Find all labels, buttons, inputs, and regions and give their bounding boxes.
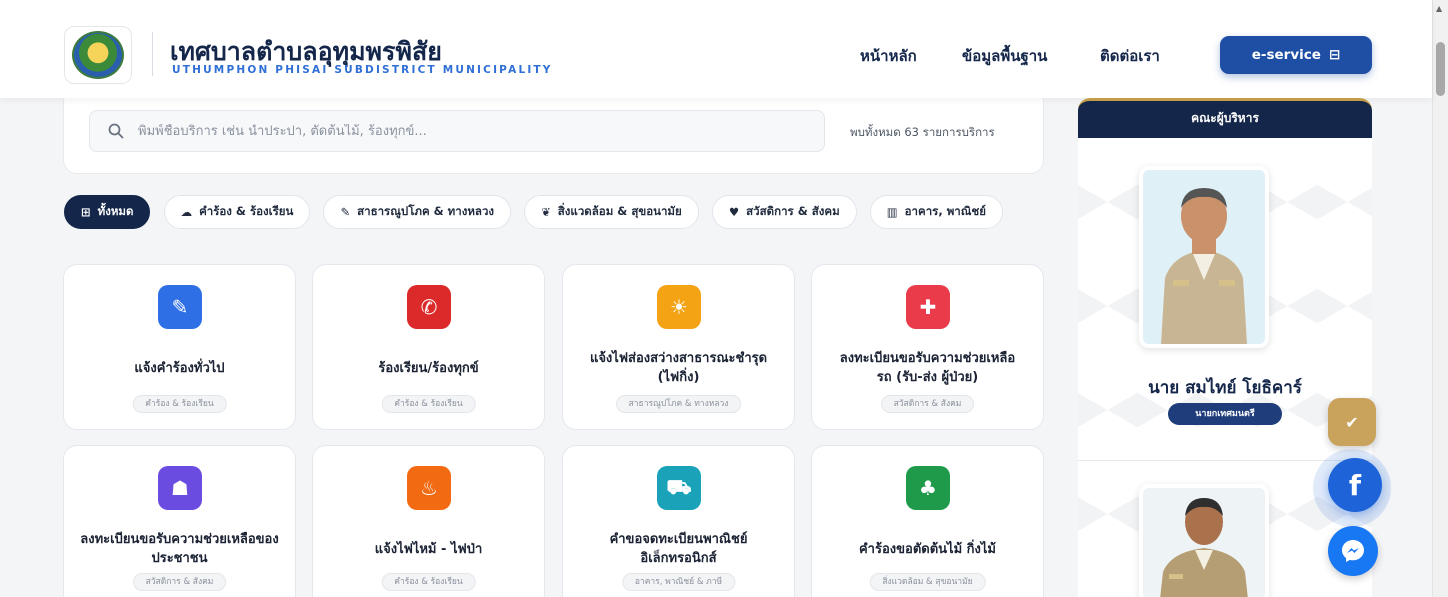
eservice-button[interactable]: e-service ⊟ — [1220, 36, 1372, 74]
service-card-general-request[interactable]: ✎ แจ้งคำร้องทั่วไป คำร้อง & ร้องเรียน — [63, 264, 296, 430]
leaf-icon: ❦ — [541, 205, 551, 219]
grid-icon: ⊞ — [81, 205, 91, 219]
service-category-tag: สิ่งแวดล้อม & สุขอนามัย — [869, 573, 986, 591]
service-category-tag: สาธารณูปโภค & ทางหลวง — [615, 395, 742, 413]
chip-label: สิ่งแวดล้อม & สุขอนามัย — [557, 204, 682, 218]
service-card-citizen-assistance[interactable]: ☗ ลงทะเบียนขอรับความช่วยเหลือของประชาชน … — [63, 445, 296, 597]
service-category-tag: สวัสดิการ & สังคม — [880, 395, 975, 413]
service-card-tree-cutting[interactable]: ♣ คำร้องขอตัดต้นไม้ กิ่งไม้ สิ่งแวดล้อม … — [811, 445, 1044, 597]
executives-heading: คณะผู้บริหาร — [1078, 98, 1372, 138]
hand-heart-icon: ♥ — [728, 205, 740, 219]
brand-title-english: UTHUMPHON PHISAI SUBDISTRICT MUNICIPALIT… — [172, 64, 553, 76]
header-divider — [152, 32, 153, 76]
chip-building[interactable]: ▥ อาคาร, พาณิชย์ — [869, 195, 1003, 229]
service-card-streetlight[interactable]: ☀ แจ้งไฟส่องสว่างสาธารณะชำรุด (ไฟกิ่ง) ส… — [562, 264, 795, 430]
facebook-button[interactable]: f — [1328, 458, 1382, 512]
service-title: ลงทะเบียนขอรับความช่วยเหลือ รถ (รับ-ส่ง … — [839, 351, 1016, 385]
executives-panel: คณะผู้บริหาร นาย สมไทย์ โยธิคาร์ นายกเทศ… — [1078, 98, 1372, 597]
service-title: แจ้งไฟส่องสว่างสาธารณะชำรุด (ไฟกิ่ง) — [589, 351, 768, 385]
service-title: คำขอจดทะเบียนพาณิชย์อิเล็กทรอนิกส์ — [609, 532, 748, 566]
cart-icon: ⛟ — [657, 466, 701, 510]
chip-utilities[interactable]: ✎ สาธารณูปโภค & ทางหลวง — [323, 195, 512, 229]
search-icon — [108, 123, 124, 139]
chip-label: สาธารณูปโภค & ทางหลวง — [357, 204, 495, 218]
service-card-patient-transport[interactable]: ✚ ลงทะเบียนขอรับความช่วยเหลือ รถ (รับ-ส่… — [811, 264, 1044, 430]
window-icon: ⊟ — [1328, 47, 1341, 63]
chip-label: ทั้งหมด — [97, 204, 134, 218]
lightbulb-icon: ☀ — [657, 285, 701, 329]
chip-requests[interactable]: ☁ คำร้อง & ร้องเรียน — [163, 195, 311, 229]
service-title: แจ้งคำร้องทั่วไป — [134, 361, 225, 376]
service-category-tag: คำร้อง & ร้องเรียน — [381, 395, 476, 413]
service-title: ร้องเรียน/ร้องทุกข์ — [378, 361, 479, 376]
tree-icon: ♣ — [906, 466, 950, 510]
helping-hand-icon: ☗ — [158, 466, 202, 510]
messenger-icon — [1342, 540, 1364, 562]
chip-welfare[interactable]: ♥ สวัสดิการ & สังคม — [711, 195, 857, 229]
municipality-logo[interactable] — [64, 26, 132, 84]
service-category-tag: อาคาร, พาณิชย์ & ภาษี — [621, 573, 736, 591]
service-category-tag: สวัสดิการ & สังคม — [132, 573, 227, 591]
eservice-label: e-service — [1251, 47, 1321, 63]
chip-label: สวัสดิการ & สังคม — [746, 204, 840, 218]
result-count: พบทั้งหมด 63 รายการบริการ — [850, 125, 995, 139]
messenger-button[interactable] — [1328, 526, 1378, 576]
page-scrollbar[interactable]: ▲ — [1432, 0, 1448, 597]
nav-basic-info[interactable]: ข้อมูลพื้นฐาน — [962, 44, 1047, 68]
chip-environment[interactable]: ❦ สิ่งแวดล้อม & สุขอนามัย — [524, 195, 699, 229]
chat-icon: ☁ — [180, 205, 193, 219]
wrench-icon: ✎ — [340, 205, 351, 219]
service-card-complaint[interactable]: ✆ ร้องเรียน/ร้องทุกข์ คำร้อง & ร้องเรียน — [312, 264, 545, 430]
search-box[interactable] — [89, 110, 825, 152]
executive-name: นาย สมไทย์ โยธิคาร์ — [1148, 378, 1302, 398]
service-category-tag: คำร้อง & ร้องเรียน — [381, 573, 476, 591]
service-title: คำร้องขอตัดต้นไม้ กิ่งไม้ — [858, 542, 996, 557]
scrollbar-thumb[interactable] — [1436, 42, 1445, 96]
clipboard-check-icon: ✔ — [1345, 412, 1359, 432]
edit-icon: ✎ — [158, 285, 202, 329]
chip-label: คำร้อง & ร้องเรียน — [199, 204, 294, 218]
building-icon: ▥ — [886, 205, 898, 219]
service-title: ลงทะเบียนขอรับความช่วยเหลือของประชาชน — [80, 532, 279, 566]
executive-position-badge: นายกเทศมนตรี — [1168, 403, 1282, 425]
service-card-ecommerce-registration[interactable]: ⛟ คำขอจดทะเบียนพาณิชย์อิเล็กทรอนิกส์ อาค… — [562, 445, 795, 597]
logo-emblem — [72, 31, 124, 79]
form-shortcut-button[interactable]: ✔ — [1328, 398, 1376, 446]
ambulance-icon: ✚ — [906, 285, 950, 329]
chip-label: อาคาร, พาณิชย์ — [904, 204, 986, 218]
service-category-tag: คำร้อง & ร้องเรียน — [132, 395, 227, 413]
nav-home[interactable]: หน้าหลัก — [860, 44, 917, 68]
scroll-up-icon[interactable]: ▲ — [1436, 4, 1442, 13]
nav-contact[interactable]: ติดต่อเรา — [1100, 44, 1160, 68]
search-input[interactable] — [138, 123, 778, 139]
mayor-portrait — [1143, 170, 1265, 344]
service-title: แจ้งไฟไหม้ - ไฟป่า — [374, 542, 483, 557]
deputy-photo[interactable] — [1139, 484, 1269, 597]
site-header: เทศบาลตำบลอุทุมพรพิสัย UTHUMPHON PHISAI … — [0, 0, 1432, 98]
chip-all[interactable]: ⊞ ทั้งหมด — [64, 195, 151, 229]
category-filter-bar: ⊞ ทั้งหมด ☁ คำร้อง & ร้องเรียน ✎ สาธารณูปโภ… — [64, 195, 1044, 231]
service-card-fire-report[interactable]: ♨ แจ้งไฟไหม้ - ไฟป่า คำร้อง & ร้องเรียน — [312, 445, 545, 597]
megaphone-icon: ✆ — [407, 285, 451, 329]
deputy-portrait — [1143, 488, 1265, 597]
mayor-photo[interactable] — [1139, 166, 1269, 348]
facebook-icon: f — [1348, 468, 1362, 502]
fire-icon: ♨ — [407, 466, 451, 510]
